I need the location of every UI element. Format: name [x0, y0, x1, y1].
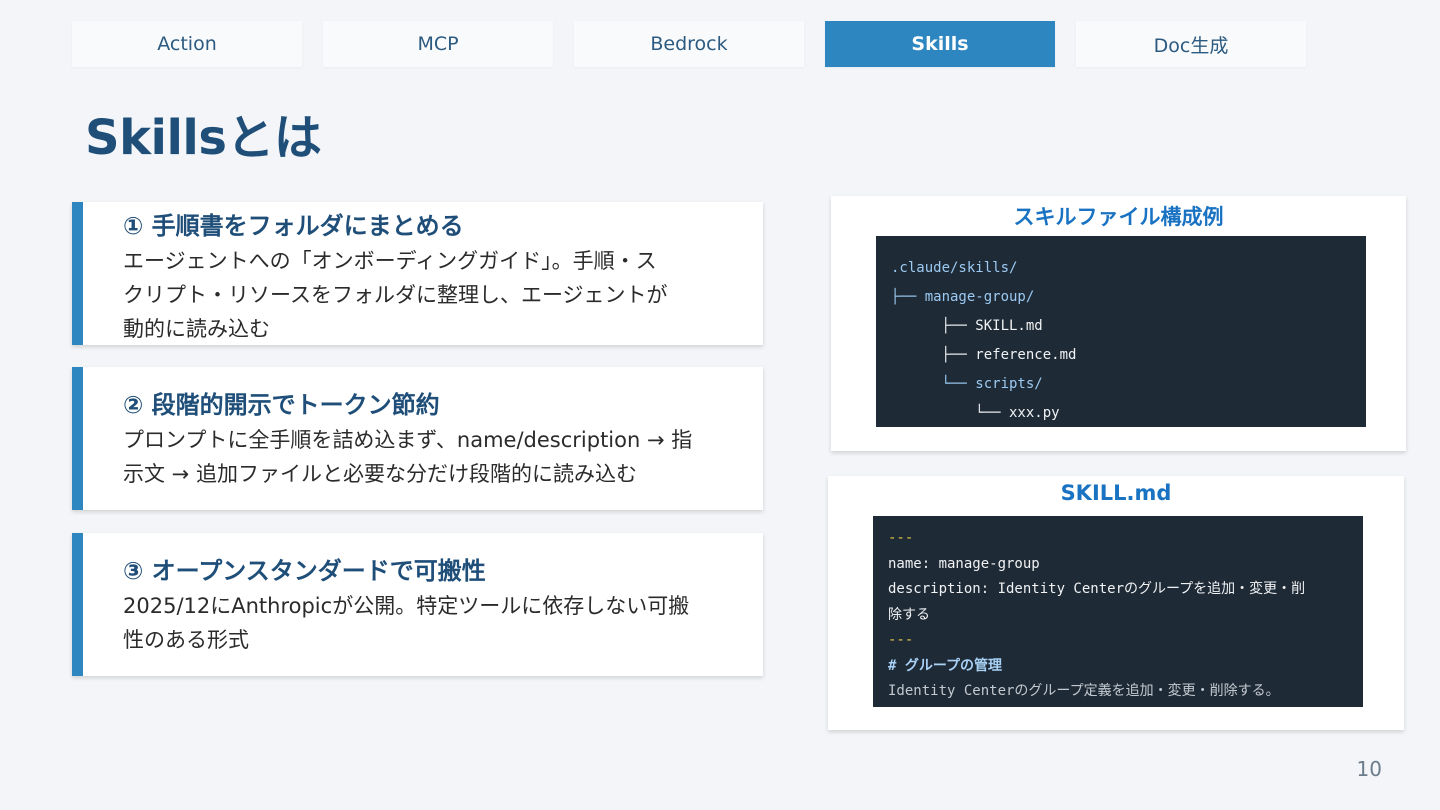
card-heading: ② 段階的開示でトークン節約	[123, 391, 440, 419]
structure-code-block: .claude/skills/ ├── manage-group/ ├── SK…	[876, 236, 1366, 427]
code-line: ├── reference.md	[891, 347, 1077, 363]
card-body-line: エージェントへの「オンボーディングガイド」。手順・ス	[123, 249, 657, 273]
skill-md-panel-title: SKILL.md	[1060, 481, 1172, 505]
card-heading: ① 手順書をフォルダにまとめる	[123, 212, 464, 240]
code-line: description: Identity Centerのグループを追加・変更・…	[888, 581, 1306, 597]
card-body-line: 2025/12にAnthropicが公開。特定ツールに依存しない可搬	[123, 594, 690, 618]
tab-mcp[interactable]: MCP	[323, 21, 553, 67]
card-body-line: プロンプトに全手順を詰め込まず、name/description → 指	[123, 428, 693, 452]
page-title: Skillsとは	[85, 110, 322, 166]
tab-bar: Action MCP Bedrock Skills Doc生成	[72, 21, 1306, 67]
card-disclosure: ② 段階的開示でトークン節約 プロンプトに全手順を詰め込まず、name/desc…	[72, 367, 763, 510]
code-line: └── xxx.py	[891, 405, 1060, 421]
code-line: ├── manage-group/	[891, 289, 1035, 305]
code-line: 除する	[888, 606, 930, 623]
tab-action[interactable]: Action	[72, 21, 302, 67]
tab-bedrock[interactable]: Bedrock	[574, 21, 804, 67]
page-number: 10	[1356, 757, 1382, 781]
code-line: ├── SKILL.md	[891, 318, 1043, 334]
card-folder: ① 手順書をフォルダにまとめる エージェントへの「オンボーディングガイド」。手順…	[72, 202, 763, 345]
code-line: .claude/skills/	[891, 260, 1018, 276]
card-body-line: 性のある形式	[123, 628, 249, 652]
code-line: Identity Centerのグループ定義を追加・変更・削除する。	[888, 683, 1280, 699]
tab-skills[interactable]: Skills	[825, 21, 1055, 67]
card-standard: ③ オープンスタンダードで可搬性 2025/12にAnthropicが公開。特定…	[72, 533, 763, 676]
tab-doc[interactable]: Doc生成	[1076, 21, 1306, 67]
code-line: └── scripts/	[891, 376, 1043, 392]
card-body-line: 示文 → 追加ファイルと必要な分だけ段階的に読み込む	[123, 462, 637, 486]
card-heading: ③ オープンスタンダードで可搬性	[123, 557, 486, 585]
code-line: ---	[888, 530, 914, 546]
card-body-line: 動的に読み込む	[123, 317, 270, 341]
code-line: ---	[888, 632, 914, 648]
skill-md-code-block: --- name: manage-group description: Iden…	[873, 516, 1363, 707]
structure-panel-title: スキルファイル構成例	[1013, 205, 1224, 229]
code-line: name: manage-group	[888, 555, 1040, 572]
code-line: # グループの管理	[888, 657, 1003, 674]
card-body-line: クリプト・リソースをフォルダに整理し、エージェントが	[123, 283, 668, 307]
